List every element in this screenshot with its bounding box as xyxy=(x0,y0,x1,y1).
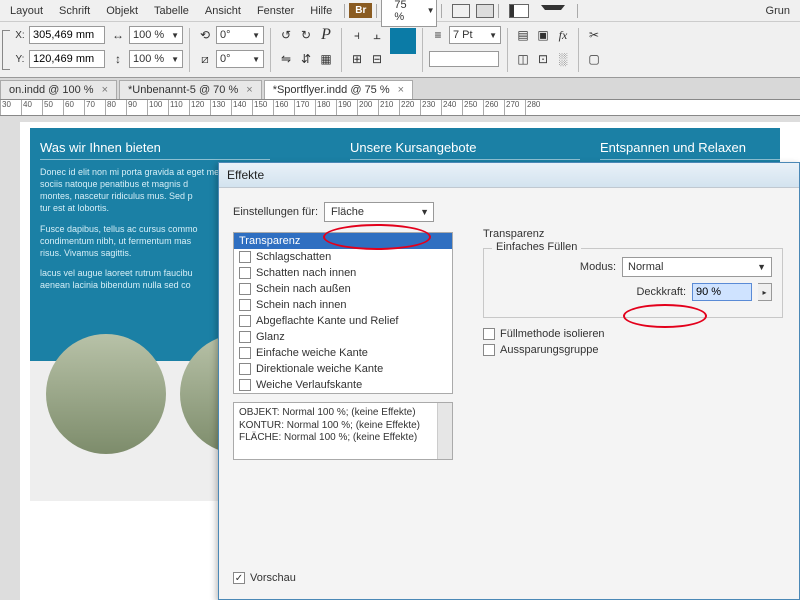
align-icon-4[interactable]: ⊟ xyxy=(368,50,386,68)
menu-hilfe[interactable]: Hilfe xyxy=(302,3,340,19)
effects-summary: OBJEKT: Normal 100 %; (keine Effekte) KO… xyxy=(233,402,453,460)
effect-item[interactable]: Transparenz xyxy=(234,233,452,249)
settings-for-select[interactable]: Fläche▼ xyxy=(324,202,434,222)
col2-heading: Unsere Kursangebote xyxy=(350,140,580,160)
transparency-heading: Transparenz xyxy=(483,228,783,240)
menu-ansicht[interactable]: Ansicht xyxy=(197,3,249,19)
scrollbar[interactable] xyxy=(437,403,452,459)
fx-icon[interactable]: fx xyxy=(554,26,572,44)
opacity-field[interactable] xyxy=(692,283,752,301)
tab-1[interactable]: on.indd @ 100 %× xyxy=(0,80,117,99)
stroke-weight-icon: ≡ xyxy=(429,26,447,44)
tab-2[interactable]: *Unbenannt-5 @ 70 %× xyxy=(119,80,262,99)
effect-item[interactable]: Schein nach innen xyxy=(234,297,452,313)
fit-icon[interactable]: ⊡ xyxy=(534,50,552,68)
preview-checkbox[interactable]: ✓Vorschau xyxy=(233,572,296,584)
scale-y-field[interactable]: 100 %▼ xyxy=(129,50,183,68)
refpoint-lock[interactable] xyxy=(0,22,12,77)
basic-fill-group: Einfaches Füllen Modus: Normal▼ Deckkraf… xyxy=(483,248,783,318)
effect-item[interactable]: Abgeflachte Kante und Relief xyxy=(234,313,452,329)
knockout-checkbox[interactable]: Aussparungsgruppe xyxy=(483,344,783,356)
close-icon[interactable]: × xyxy=(398,84,404,96)
frame-icon[interactable]: ▢ xyxy=(585,50,603,68)
tab-3[interactable]: *Sportflyer.indd @ 75 %× xyxy=(264,80,413,99)
modus-label: Modus: xyxy=(580,261,616,273)
checkbox[interactable] xyxy=(239,283,251,295)
checkbox[interactable] xyxy=(239,267,251,279)
col1-heading: Was wir Ihnen bieten xyxy=(40,140,270,160)
effect-item[interactable]: Schlagschatten xyxy=(234,249,452,265)
stroke-weight-field[interactable]: 7 Pt▼ xyxy=(449,26,501,44)
stroke-style-field[interactable] xyxy=(429,51,499,67)
menu-bar: Layout Schrift Objekt Tabelle Ansicht Fe… xyxy=(0,0,800,22)
effects-dialog: Effekte Einstellungen für: Fläche▼ Trans… xyxy=(218,162,800,600)
checkbox[interactable] xyxy=(239,363,251,375)
settings-for-label: Einstellungen für: xyxy=(233,206,318,218)
rotate-field[interactable]: 0°▼ xyxy=(216,26,264,44)
rotate-cw-icon[interactable]: ↻ xyxy=(297,26,315,44)
scale-x-field[interactable]: 100 %▼ xyxy=(129,26,183,44)
isolate-checkbox[interactable]: Füllmethode isolieren xyxy=(483,328,783,340)
checkbox[interactable] xyxy=(239,299,251,311)
checkbox[interactable] xyxy=(239,379,251,391)
effect-item[interactable]: Schatten nach innen xyxy=(234,265,452,281)
dropdown-icon[interactable] xyxy=(541,5,565,14)
workspace-label[interactable]: Grun xyxy=(758,3,798,19)
menu-schrift[interactable]: Schrift xyxy=(51,3,98,19)
bridge-button[interactable]: Br xyxy=(349,3,372,18)
align-icon-2[interactable]: ⫠ xyxy=(368,26,386,44)
checkbox[interactable] xyxy=(239,251,251,263)
shear-icon: ⧄ xyxy=(196,50,214,68)
y-field[interactable] xyxy=(29,50,105,68)
rotate-icon: ⟲ xyxy=(196,26,214,44)
effects-list[interactable]: TransparenzSchlagschattenSchatten nach i… xyxy=(233,232,453,394)
flip-v-icon[interactable]: ⇵ xyxy=(297,50,315,68)
opacity-icon[interactable]: ░ xyxy=(554,50,572,68)
effect-item[interactable]: Weiche Verlaufskante xyxy=(234,377,452,393)
align-icon-1[interactable]: ⫞ xyxy=(348,26,366,44)
checkbox[interactable] xyxy=(239,315,251,327)
fill-swatch[interactable] xyxy=(390,28,416,54)
select-container-icon[interactable]: ▦ xyxy=(317,50,335,68)
view-mode-icon[interactable] xyxy=(452,4,470,18)
paragraph-icon[interactable]: P xyxy=(317,26,335,44)
menu-tabelle[interactable]: Tabelle xyxy=(146,3,197,19)
crop-icon[interactable]: ✂ xyxy=(585,26,603,44)
modus-select[interactable]: Normal▼ xyxy=(622,257,772,277)
opacity-stepper[interactable]: ▸ xyxy=(758,283,772,301)
flip-h-icon[interactable]: ⇋ xyxy=(277,50,295,68)
horizontal-ruler[interactable]: 3040506070809010011012013014015016017018… xyxy=(0,100,800,116)
height-icon: ↕ xyxy=(109,50,127,68)
effects-icon[interactable]: ▤ xyxy=(514,26,532,44)
close-icon[interactable]: × xyxy=(246,84,252,96)
screen-mode-icon[interactable] xyxy=(476,4,494,18)
close-icon[interactable]: × xyxy=(102,84,108,96)
wrap-icon[interactable]: ▣ xyxy=(534,26,552,44)
menu-fenster[interactable]: Fenster xyxy=(249,3,302,19)
control-bar: X: Y: ↔100 %▼ ↕100 %▼ ⟲0°▼ ⧄0°▼ ↺ ↻ P ⇋ … xyxy=(0,22,800,78)
menu-layout[interactable]: Layout xyxy=(2,3,51,19)
col3-heading: Entspannen und Relaxen xyxy=(600,140,800,160)
effect-item[interactable]: Schein nach außen xyxy=(234,281,452,297)
arrange-icon[interactable] xyxy=(509,4,529,18)
width-icon: ↔ xyxy=(109,26,127,44)
photo-circle-1 xyxy=(46,334,166,454)
shear-field[interactable]: 0°▼ xyxy=(216,50,264,68)
effect-item[interactable]: Glanz xyxy=(234,329,452,345)
align-icon-3[interactable]: ⊞ xyxy=(348,50,366,68)
group-legend: Einfaches Füllen xyxy=(492,241,581,253)
corner-icon[interactable]: ◫ xyxy=(514,50,532,68)
opacity-label: Deckkraft: xyxy=(636,286,686,298)
dialog-title: Effekte xyxy=(219,163,799,188)
checkbox[interactable] xyxy=(239,331,251,343)
document-tabs: on.indd @ 100 %× *Unbenannt-5 @ 70 %× *S… xyxy=(0,78,800,100)
rotate-ccw-icon[interactable]: ↺ xyxy=(277,26,295,44)
menu-objekt[interactable]: Objekt xyxy=(98,3,146,19)
checkbox[interactable] xyxy=(239,347,251,359)
effect-item[interactable]: Einfache weiche Kante xyxy=(234,345,452,361)
effect-item[interactable]: Direktionale weiche Kante xyxy=(234,361,452,377)
x-field[interactable] xyxy=(29,26,105,44)
